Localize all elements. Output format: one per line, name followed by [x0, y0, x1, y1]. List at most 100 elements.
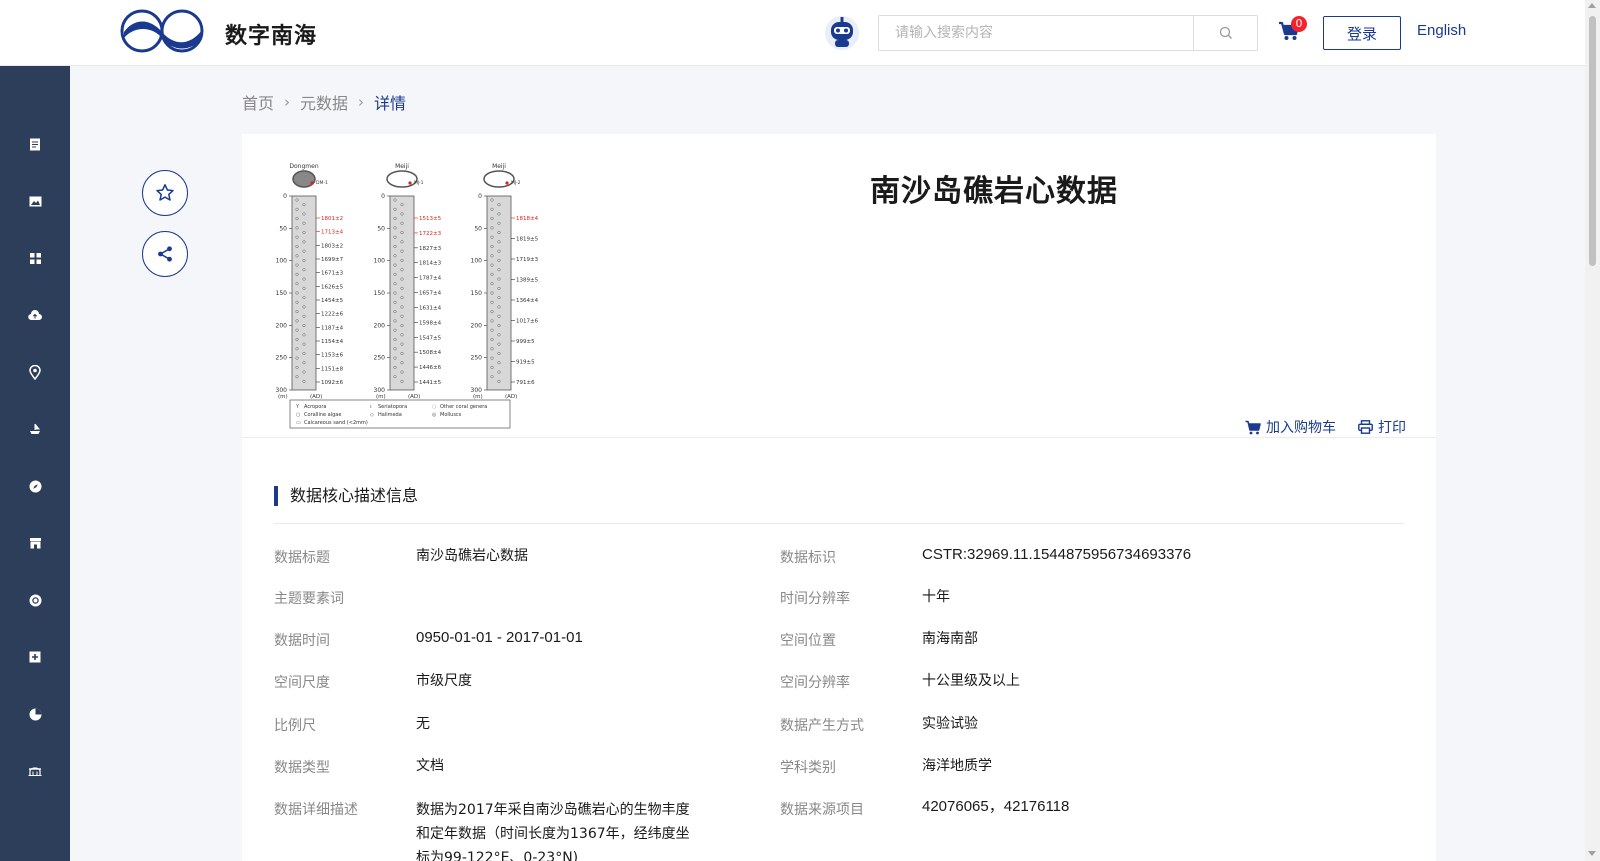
island-outline — [292, 170, 316, 188]
legend-label: Acropora — [304, 404, 326, 410]
scroll-thumb[interactable] — [1589, 16, 1596, 266]
age-label: 1154±4 — [321, 339, 344, 345]
breadcrumb-home[interactable]: 首页 — [242, 90, 274, 114]
field-label-data-type: 数据类型 — [274, 760, 330, 776]
field-value-spatial-scale: 市级尺度 — [416, 673, 472, 689]
field-value-map-scale: 无 — [416, 716, 430, 732]
field-value-identifier: CSTR:32969.11.1544875956734693376 — [922, 546, 1192, 563]
depth-unit-label: (m) — [376, 394, 386, 400]
age-label: 1446±6 — [419, 365, 442, 371]
star-icon — [156, 184, 174, 201]
field-value-spatial-resolution: 十公里级及以上 — [922, 673, 1020, 689]
sidebar-item-explore[interactable] — [0, 466, 70, 506]
depth-unit-label: (m) — [278, 394, 288, 400]
age-label: 1513±5 — [419, 216, 442, 222]
assistant-robot-icon[interactable] — [822, 12, 862, 52]
divider — [242, 437, 1436, 438]
logo[interactable] — [120, 8, 206, 54]
action-bar: 加入购物车 打印 — [242, 417, 1406, 437]
share-button[interactable] — [142, 231, 188, 277]
sidebar-item-ship[interactable] — [0, 409, 70, 449]
scroll-down-icon[interactable] — [1588, 851, 1596, 856]
depth-tick-label: 250 — [276, 355, 288, 362]
add-to-cart-button[interactable]: 加入购物车 — [1245, 417, 1336, 437]
field-label-spatial-scale: 空间尺度 — [274, 675, 330, 691]
favorite-button[interactable] — [142, 170, 188, 216]
age-label: 1713±4 — [321, 230, 344, 236]
document-icon — [30, 138, 40, 150]
field-value-description: 数据为2017年采自南沙岛礁岩心的生物丰度和定年数据（时间长度为1367年，经纬… — [416, 802, 690, 861]
globe-icon — [29, 594, 41, 606]
age-label: 1699±7 — [321, 257, 344, 263]
scroll-up-icon[interactable] — [1588, 3, 1596, 8]
page-scrollbar[interactable] — [1585, 0, 1600, 861]
print-label: 打印 — [1378, 420, 1406, 436]
sidebar-item-location[interactable] — [0, 352, 70, 392]
island-outline — [386, 170, 418, 188]
age-label: 791±6 — [516, 380, 535, 386]
core-site-marker — [310, 181, 314, 185]
sidebar-item-documents[interactable] — [0, 124, 70, 164]
bridge-icon — [28, 767, 42, 776]
island-outline — [483, 170, 515, 188]
cart-icon — [1245, 420, 1261, 434]
sidebar-item-store[interactable] — [0, 523, 70, 563]
field-value-time-resolution: 十年 — [922, 589, 950, 605]
sidebar-item-medical[interactable] — [0, 637, 70, 677]
core-id-label: MJ-2 — [511, 180, 521, 186]
search-input[interactable] — [879, 16, 1193, 50]
image-icon — [29, 196, 41, 206]
age-label: 1827±3 — [419, 246, 442, 252]
age-label: 1671±3 — [321, 271, 344, 277]
sidebar-item-statistics[interactable] — [0, 694, 70, 734]
search-button[interactable] — [1193, 16, 1257, 50]
core-site-label: Dongmen — [289, 163, 318, 170]
age-label: 999±5 — [516, 339, 535, 345]
grid-icon — [29, 252, 41, 264]
legend-label: Other coral genera — [440, 404, 487, 410]
login-button[interactable]: 登录 — [1323, 16, 1401, 50]
breadcrumb-metadata[interactable]: 元数据 — [300, 90, 348, 114]
pie-chart-icon — [29, 708, 41, 720]
search-box — [878, 15, 1258, 51]
breadcrumb: 首页 › 元数据 › 详情 — [242, 90, 406, 114]
sidebar-item-global[interactable] — [0, 580, 70, 620]
hospital-icon — [29, 651, 41, 663]
age-label: 1626±5 — [321, 284, 344, 290]
legend-symbol: ι — [370, 404, 372, 410]
field-label-discipline: 学科类别 — [780, 760, 836, 776]
age-label: 1801±2 — [321, 216, 343, 222]
sidebar-item-upload[interactable] — [0, 295, 70, 335]
language-switch-link[interactable]: English — [1417, 22, 1466, 39]
age-label: 1092±6 — [321, 380, 344, 386]
dataset-detail-card: Dongmen DM-1 0 50 100 150 200 250 300 (m) 1801±2 17… — [242, 134, 1436, 861]
core-log-figure[interactable]: DongmenDM-1050100150200250300(m)1801±217… — [262, 162, 552, 434]
divider — [274, 523, 1404, 524]
field-label-spatial-location: 空间位置 — [780, 633, 836, 649]
depth-tick-label: 50 — [279, 225, 287, 232]
age-label: 1364±4 — [516, 298, 539, 304]
ship-icon — [30, 423, 41, 434]
share-icon — [158, 246, 172, 262]
age-label: 1547±5 — [419, 335, 442, 341]
sidebar-item-infrastructure[interactable] — [0, 751, 70, 791]
sidebar-item-images[interactable] — [0, 181, 70, 221]
field-value-discipline: 海洋地质学 — [922, 758, 992, 774]
age-label: 1722±3 — [419, 231, 442, 237]
field-value-time-range: 0950-01-01 - 2017-01-01 — [416, 629, 583, 646]
field-label-spatial-resolution: 空间分辨率 — [780, 675, 850, 691]
print-button[interactable]: 打印 — [1358, 417, 1406, 437]
depth-tick-label: 0 — [478, 193, 482, 200]
depth-tick-label: 100 — [471, 258, 483, 265]
sidebar-item-grid[interactable] — [0, 238, 70, 278]
brand-name: 数字南海 — [225, 24, 318, 49]
age-unit-label: (AD) — [310, 394, 322, 400]
field-label-keywords: 主题要素词 — [274, 591, 344, 607]
depth-tick-label: 150 — [276, 290, 288, 297]
cart-button[interactable]: 0 — [1278, 16, 1307, 46]
core-site-marker — [408, 181, 412, 185]
age-label: 1441±5 — [419, 380, 442, 386]
age-label: 1814±3 — [419, 261, 442, 267]
age-label: 1657±4 — [419, 291, 442, 297]
depth-tick-label: 50 — [377, 225, 385, 232]
